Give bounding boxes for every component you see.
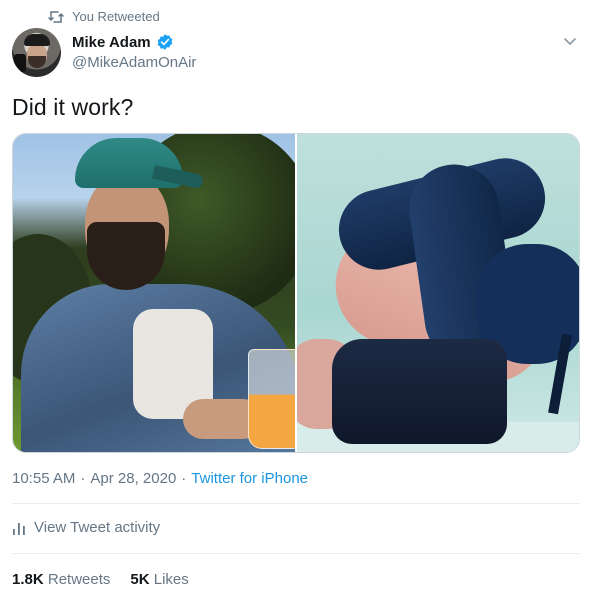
likes-count: 5K [130,571,150,588]
likes-stat[interactable]: 5K Likes [130,571,188,588]
author-name-row[interactable]: Mike Adam [72,33,196,51]
chevron-down-icon[interactable] [561,32,579,50]
avatar[interactable] [12,28,61,77]
tweet-date[interactable]: Apr 28, 2020 [90,470,176,487]
tweet-detail: You Retweeted Mike Adam @MikeAdamOnAir D… [0,0,593,602]
retweets-stat[interactable]: 1.8K Retweets [12,571,110,588]
retweet-context-label: You Retweeted [72,9,160,24]
tweet-meta: 10:55 AM · Apr 28, 2020 · Twitter for iP… [12,470,308,487]
author-display-name[interactable]: Mike Adam [72,34,151,51]
analytics-icon [12,520,26,536]
tweet-source-link[interactable]: Twitter for iPhone [191,470,308,487]
verified-badge-icon [156,33,174,51]
photo-legs-in-blue-boots[interactable] [297,134,579,452]
retweets-count: 1.8K [12,571,44,588]
divider [12,503,580,504]
author-block[interactable]: Mike Adam @MikeAdamOnAir [72,33,196,72]
tweet-time[interactable]: 10:55 AM [12,470,75,487]
retweet-icon [48,10,64,24]
tweet-text: Did it work? [12,94,134,120]
meta-separator: · [181,470,187,487]
retweet-context[interactable]: You Retweeted [48,9,160,24]
photo-man-in-denim-jacket[interactable] [13,134,295,452]
media-grid [12,133,580,453]
author-handle[interactable]: @MikeAdamOnAir [72,54,196,71]
view-tweet-activity-link[interactable]: View Tweet activity [12,519,160,536]
meta-separator: · [80,470,86,487]
view-tweet-activity-label: View Tweet activity [34,519,161,536]
retweets-label: Retweets [47,571,111,588]
likes-label: Likes [153,571,189,588]
divider [12,553,580,554]
tweet-stats: 1.8K Retweets 5K Likes [12,571,189,588]
